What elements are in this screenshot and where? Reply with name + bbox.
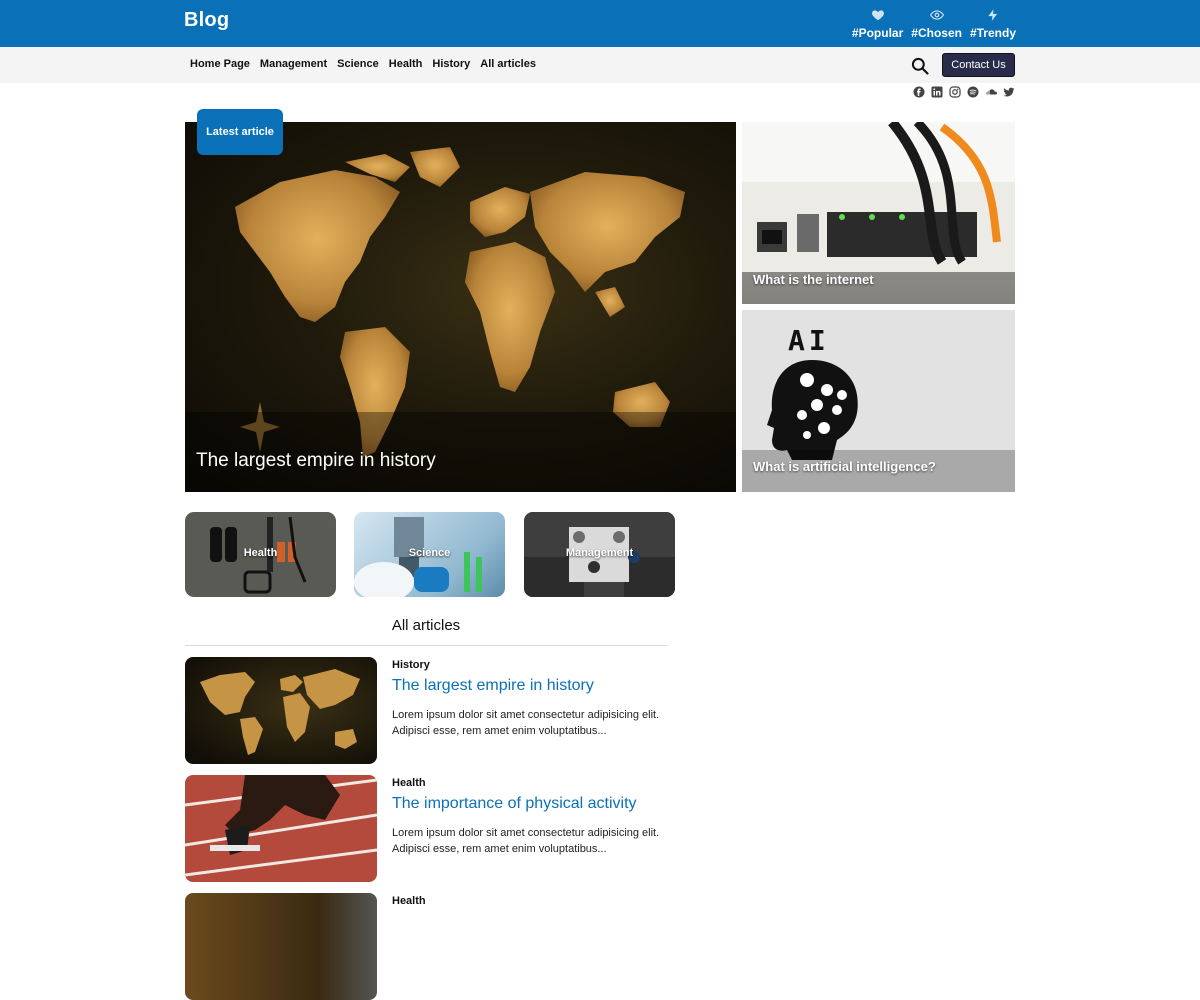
nav-management[interactable]: Management	[260, 58, 327, 70]
featured-internet-title[interactable]: What is the internet	[753, 272, 874, 287]
ai-image-text: AI	[788, 324, 830, 357]
contact-us-button[interactable]: Contact Us	[942, 53, 1015, 77]
tag-chosen-label: #Chosen	[911, 26, 962, 40]
runner-image	[185, 775, 377, 877]
article-thumbnail[interactable]	[185, 657, 377, 764]
spotify-icon[interactable]	[967, 86, 979, 98]
linkedin-icon[interactable]	[931, 86, 943, 98]
tag-chosen[interactable]: #Chosen	[911, 8, 962, 40]
bolt-icon	[988, 9, 998, 21]
search-icon[interactable]	[910, 56, 930, 76]
featured-ai-title[interactable]: What is artificial intelligence?	[753, 459, 936, 474]
all-articles-heading: All articles	[391, 617, 461, 634]
article-title[interactable]: The importance of physical activity	[392, 795, 637, 813]
social-links	[913, 86, 1015, 98]
tag-trendy[interactable]: #Trendy	[970, 8, 1016, 40]
nav-all-articles[interactable]: All articles	[480, 58, 536, 70]
category-science-label: Science	[408, 547, 451, 559]
facebook-icon[interactable]	[913, 86, 925, 98]
tag-trendy-label: #Trendy	[969, 26, 1016, 40]
category-health-label: Health	[243, 547, 278, 559]
instagram-icon[interactable]	[949, 86, 961, 98]
category-health[interactable]: Health	[185, 512, 336, 597]
heart-icon	[871, 10, 884, 21]
top-bar: Blog #Popular #Chosen #Trendy	[0, 0, 1200, 47]
nav-science[interactable]: Science	[337, 58, 379, 70]
article-title[interactable]: The largest empire in history	[392, 677, 594, 695]
category-management-label: Management	[565, 547, 634, 559]
article-category: Health	[392, 777, 426, 789]
world-map-image	[185, 147, 736, 492]
article-thumbnail[interactable]	[185, 893, 377, 1000]
category-science[interactable]: Science	[354, 512, 505, 597]
world-map-thumbnail	[200, 669, 360, 755]
nav-home[interactable]: Home Page	[190, 58, 250, 70]
featured-main-title[interactable]: The largest empire in history	[196, 450, 436, 472]
featured-internet-card[interactable]: What is the internet	[742, 122, 1015, 304]
latest-article-badge[interactable]: Latest article	[197, 109, 283, 155]
article-category: History	[392, 659, 430, 671]
tag-popular-label: #Popular	[851, 26, 904, 40]
site-logo[interactable]: Blog	[184, 9, 229, 32]
nav-bar: Home Page Management Science Health Hist…	[0, 47, 1200, 83]
nav-history[interactable]: History	[432, 58, 470, 70]
article-excerpt: Lorem ipsum dolor sit amet consectetur a…	[392, 827, 660, 855]
tag-popular[interactable]: #Popular	[852, 8, 903, 40]
article-excerpt: Lorem ipsum dolor sit amet consectetur a…	[392, 709, 660, 737]
main-nav: Home Page Management Science Health Hist…	[190, 58, 536, 70]
section-divider	[185, 645, 667, 646]
nav-health[interactable]: Health	[389, 58, 423, 70]
featured-main-article[interactable]: The largest empire in history	[185, 122, 736, 492]
featured-ai-card[interactable]: AI What is artificial intelligence?	[742, 310, 1015, 492]
tag-links: #Popular #Chosen #Trendy	[852, 8, 1016, 40]
category-management[interactable]: Management	[524, 512, 675, 597]
soundcloud-icon[interactable]	[985, 86, 997, 98]
article-thumbnail[interactable]	[185, 775, 377, 882]
article-category: Health	[392, 895, 426, 907]
eye-icon	[929, 10, 944, 20]
twitter-icon[interactable]	[1003, 86, 1015, 98]
